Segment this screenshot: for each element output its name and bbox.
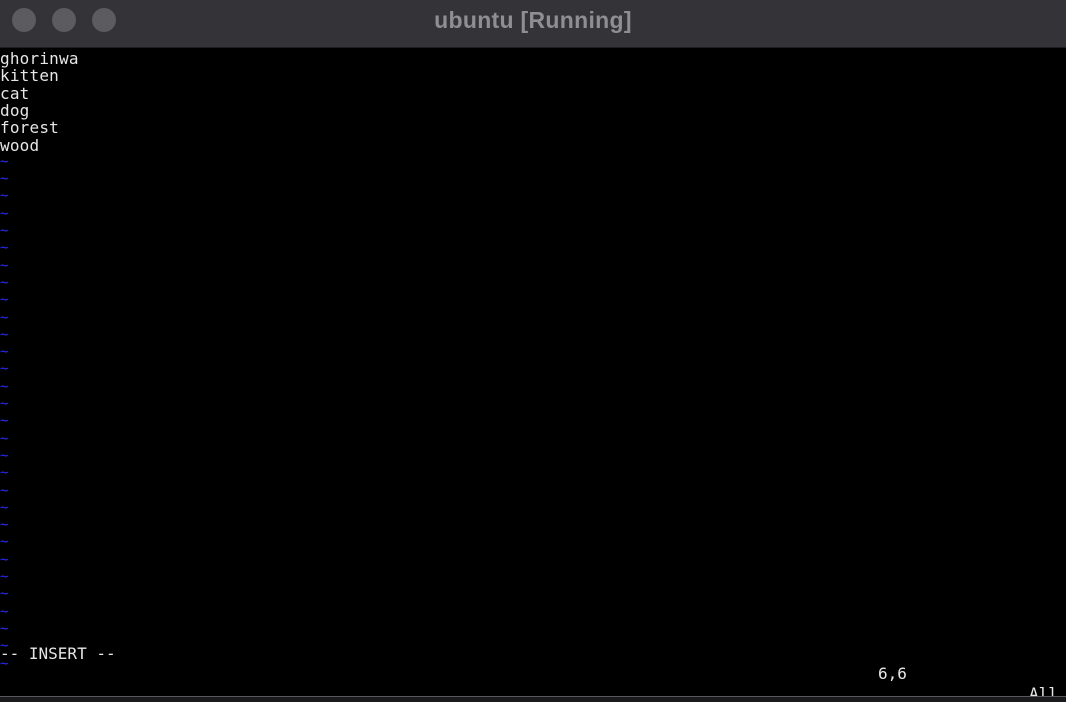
empty-line-tilde: ~ [0, 257, 9, 274]
vim-editor[interactable]: ghorinwa kitten cat dog forest wood ~ ~ ~ ~ ~ ~ ~ ~ ~… [0, 48, 1066, 696]
empty-line-tilde: ~ [0, 309, 9, 326]
empty-line-tilde: ~ [0, 534, 9, 551]
empty-line-tilde: ~ [0, 344, 9, 361]
vm-window: ubuntu [Running] ghorinwa kitten cat dog for… [0, 0, 1066, 702]
buffer-line[interactable]: forest [0, 119, 59, 136]
buffer-line[interactable]: wood [0, 137, 39, 154]
empty-line-tilde: ~ [0, 482, 9, 499]
empty-line-tilde: ~ [0, 413, 9, 430]
buffer-line[interactable]: cat [0, 85, 30, 102]
empty-line-tilde: ~ [0, 569, 9, 585]
empty-line-tilde: ~ [0, 586, 9, 603]
empty-line-tilde: ~ [0, 551, 9, 568]
window-bottom-edge [0, 696, 1066, 702]
empty-line-tilde: ~ [0, 188, 9, 205]
empty-line-tilde: ~ [0, 447, 9, 464]
empty-line-tilde: ~ [0, 430, 9, 447]
empty-line-tilde: ~ [0, 378, 9, 395]
empty-line-tilde: ~ [0, 292, 9, 309]
mode-indicator: -- INSERT -- [0, 644, 116, 663]
window-title: ubuntu [Running] [434, 7, 632, 33]
empty-line-tilde: ~ [0, 153, 9, 170]
buffer-line[interactable]: ghorinwa [0, 50, 79, 67]
empty-line-tilde: ~ [0, 223, 9, 239]
empty-line-tilde: ~ [0, 465, 9, 482]
empty-line-tilde: ~ [0, 274, 9, 291]
empty-line-tilde: ~ [0, 603, 9, 620]
empty-line-tilde: ~ [0, 361, 9, 378]
vim-status-line: -- INSERT -- 6,6 All [0, 624, 1066, 702]
empty-line-tilde: ~ [0, 326, 9, 343]
cursor-position: 6,6 [878, 664, 907, 683]
empty-line-tilde: ~ [0, 171, 9, 188]
empty-line-tilde: ~ [0, 517, 9, 534]
buffer-line[interactable]: dog [0, 102, 30, 119]
empty-line-tilde: ~ [0, 240, 9, 257]
empty-line-tilde: ~ [0, 396, 9, 412]
empty-line-tilde: ~ [0, 499, 9, 516]
empty-line-tilde: ~ [0, 205, 9, 222]
buffer-line[interactable]: kitten [0, 67, 59, 84]
title-bar[interactable]: ubuntu [Running] [0, 0, 1066, 48]
